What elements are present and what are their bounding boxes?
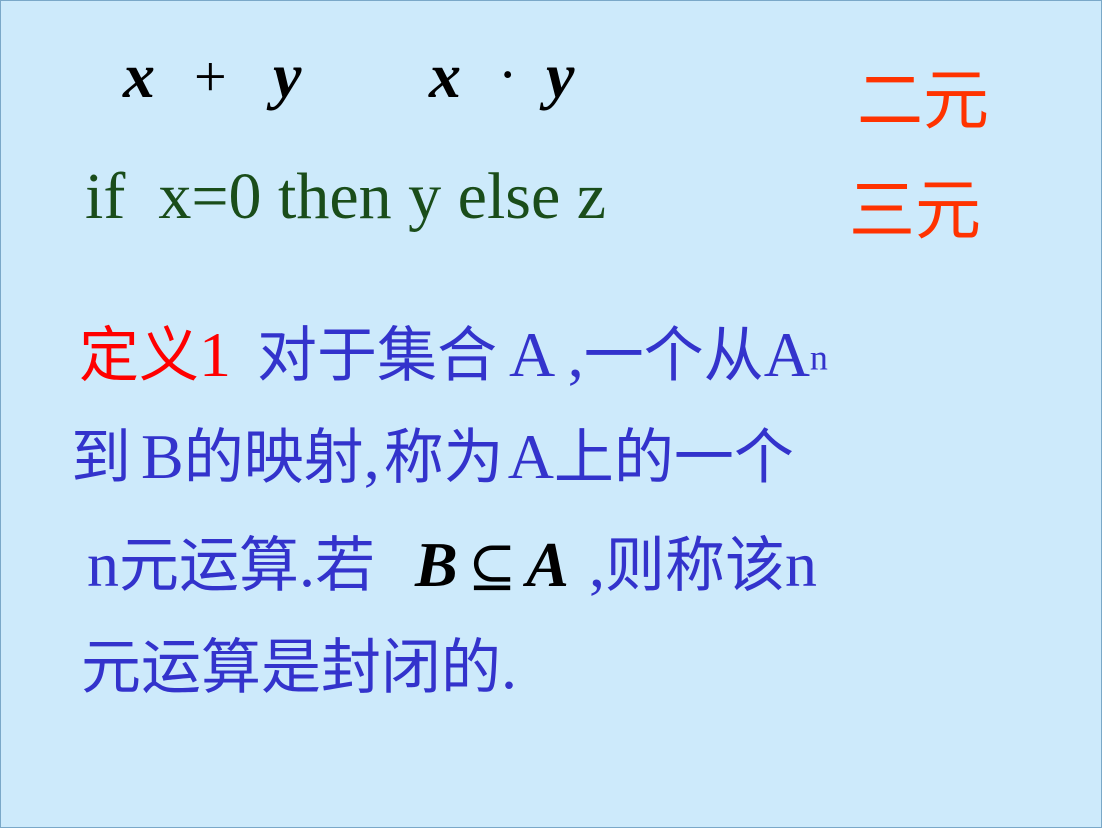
definition-text: 称为 <box>383 423 504 493</box>
variable-n: n <box>784 529 817 600</box>
slide: x + y x · y 二元 if x=0 then y else z 三元 定… <box>0 0 1102 828</box>
set-a-italic: A <box>526 529 569 600</box>
superscript-n: n <box>809 337 828 378</box>
comma: , <box>363 421 380 492</box>
definition-text: 一个从 <box>583 321 764 391</box>
variable-n: n <box>87 529 119 600</box>
definition-text: 的映射 <box>183 423 364 493</box>
definition-text: 则称该 <box>604 531 785 601</box>
set-a: A <box>507 421 554 492</box>
plus-sign: + <box>194 44 227 109</box>
definition-text: 到 <box>71 423 131 493</box>
set-a: A , <box>509 319 584 390</box>
ternary-label: 三元 <box>849 172 981 249</box>
binary-label: 二元 <box>857 62 989 139</box>
math-y-product: y <box>546 40 575 111</box>
definition-text: 若 <box>315 531 375 601</box>
definition-number: 1 <box>199 319 231 390</box>
definition-line-4: 元运算是封闭的. <box>81 619 517 706</box>
ternary-expression: if x=0 then y else z <box>85 160 607 233</box>
subseteq-symbol: ⊆ <box>467 534 517 599</box>
definition-text: 元运算 <box>119 531 299 601</box>
comma: , <box>588 529 605 600</box>
definition-line-2: 到 B的映射, 称为 A上的一个 <box>71 409 794 496</box>
definition-label: 定义 <box>79 321 199 391</box>
dot-operator: · <box>498 42 518 107</box>
definition-text: 上的一个 <box>553 423 794 493</box>
set-b-italic: B <box>415 529 458 600</box>
set-b: B <box>141 421 184 492</box>
period: . <box>299 529 315 600</box>
definition-line-1: 定义1 对于集合 A ,一个从An <box>79 307 828 394</box>
math-x: x <box>123 40 155 111</box>
definition-text: 元运算是封闭的 <box>81 633 501 703</box>
period: . <box>501 631 517 702</box>
definition-line-3: n元运算.若 B ⊆ A ,则称该n <box>87 517 817 604</box>
set-a-power: A <box>763 319 810 390</box>
math-x-product: x <box>429 40 461 111</box>
math-y: y <box>273 40 302 111</box>
definition-text: 对于集合 <box>257 321 497 391</box>
